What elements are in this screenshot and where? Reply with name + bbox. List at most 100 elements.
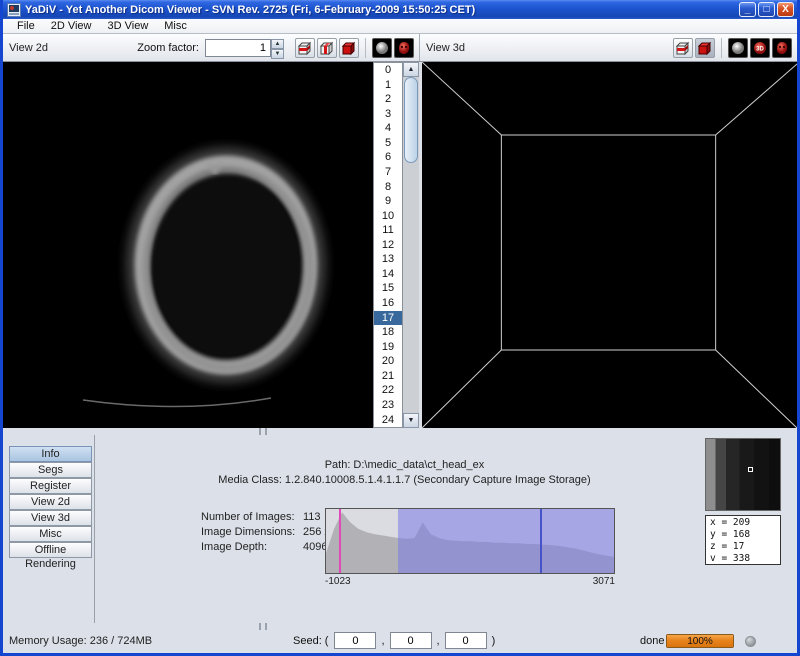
ct-slice-image bbox=[3, 62, 373, 428]
slice-list-item[interactable]: 5 bbox=[374, 136, 402, 151]
slice-list-item[interactable]: 17 bbox=[374, 311, 402, 326]
axial-slice-cube-button-3d[interactable] bbox=[673, 38, 693, 58]
volume-white-button-3d[interactable] bbox=[728, 38, 748, 58]
field-value: 113 bbox=[303, 511, 321, 526]
pixel-probe-view[interactable] bbox=[705, 438, 781, 511]
slice-list-item[interactable]: 14 bbox=[374, 267, 402, 282]
minimize-button[interactable]: _ bbox=[739, 2, 756, 17]
tab-segs[interactable]: Segs bbox=[9, 462, 92, 478]
volume-3d-icon: 3D bbox=[752, 40, 768, 56]
slice-list-item[interactable]: 3 bbox=[374, 107, 402, 122]
slice-list-item[interactable]: 22 bbox=[374, 383, 402, 398]
slice-list-item[interactable]: 13 bbox=[374, 252, 402, 267]
scrollbar-thumb[interactable] bbox=[404, 77, 418, 163]
volume-red-icon bbox=[396, 40, 412, 56]
dataset-media-class: Media Class: 1.2.840.10008.5.1.4.1.1.7 (… bbox=[96, 474, 713, 486]
slice-list-item[interactable]: 2 bbox=[374, 92, 402, 107]
slice-list-item[interactable]: 18 bbox=[374, 325, 402, 340]
volume-3d-button[interactable]: 3D bbox=[750, 38, 770, 58]
progress-done-label: done bbox=[640, 635, 664, 647]
spinner-down-icon[interactable]: ▼ bbox=[271, 49, 284, 59]
toolbar-separator bbox=[365, 38, 366, 58]
slice-list-item[interactable]: 19 bbox=[374, 340, 402, 355]
slice-list-item[interactable]: 0 bbox=[374, 63, 402, 78]
tab-misc[interactable]: Misc bbox=[9, 526, 92, 542]
sagittal-slice-cube-button[interactable] bbox=[317, 38, 337, 58]
probe-coordinates: x = 209y = 168z = 17v = 338 bbox=[705, 515, 781, 565]
cube-buttons-3d bbox=[672, 38, 716, 58]
spinner-up-icon[interactable]: ▲ bbox=[271, 39, 284, 49]
scrollbar-down-icon[interactable]: ▼ bbox=[403, 413, 419, 428]
cube-solid-icon bbox=[341, 40, 357, 56]
tab-info[interactable]: Info bbox=[9, 446, 92, 462]
scrollbar-up-icon[interactable]: ▲ bbox=[403, 62, 419, 77]
cube-sagittal-slice-icon bbox=[319, 40, 335, 56]
solid-cube-button[interactable] bbox=[339, 38, 359, 58]
volume-red-button-3d[interactable] bbox=[772, 38, 792, 58]
probe-marker-icon bbox=[748, 467, 753, 472]
zoom-factor-input[interactable] bbox=[205, 39, 271, 57]
horizontal-split-divider[interactable] bbox=[3, 428, 797, 435]
histogram-blue-marker[interactable] bbox=[540, 509, 542, 573]
view3d-canvas[interactable] bbox=[422, 62, 797, 428]
histogram-pink-marker[interactable] bbox=[339, 509, 341, 573]
cube-axial-slice-icon bbox=[675, 40, 691, 56]
histogram-axis: -1023 3071 bbox=[325, 576, 615, 587]
divider-grip-icon[interactable] bbox=[259, 428, 267, 435]
histogram-min-label: -1023 bbox=[325, 576, 351, 587]
menu-file[interactable]: File bbox=[9, 20, 43, 32]
field-label: Number of Images: bbox=[201, 511, 303, 526]
title-bar[interactable]: YaDiV - Yet Another Dicom Viewer - SVN R… bbox=[3, 0, 797, 19]
tab-view-2d[interactable]: View 2d bbox=[9, 494, 92, 510]
slice-list-item[interactable]: 7 bbox=[374, 165, 402, 180]
axial-slice-cube-button[interactable] bbox=[295, 38, 315, 58]
menu-2d-view[interactable]: 2D View bbox=[43, 20, 100, 32]
solid-cube-button-3d[interactable] bbox=[695, 38, 715, 58]
slice-list-item[interactable]: 4 bbox=[374, 121, 402, 136]
slice-list-item[interactable]: 8 bbox=[374, 180, 402, 195]
slice-list-item[interactable]: 15 bbox=[374, 281, 402, 296]
volume-red-button[interactable] bbox=[394, 38, 414, 58]
render-mode-buttons-3d: 3D bbox=[727, 38, 793, 58]
info-panel: Info Segs Register View 2d View 3d Misc … bbox=[3, 435, 797, 623]
slice-list-item[interactable]: 11 bbox=[374, 223, 402, 238]
wireframe-cube bbox=[422, 62, 797, 428]
slice-list-item[interactable]: 16 bbox=[374, 296, 402, 311]
volume-white-icon bbox=[730, 40, 746, 56]
histogram-selection[interactable] bbox=[398, 509, 614, 573]
slice-list-item[interactable]: 9 bbox=[374, 194, 402, 209]
slice-list-item[interactable]: 1 bbox=[374, 78, 402, 93]
svg-text:3D: 3D bbox=[756, 46, 764, 52]
slice-list-item[interactable]: 23 bbox=[374, 398, 402, 413]
status-split-divider[interactable] bbox=[3, 623, 797, 630]
scrollbar-track[interactable] bbox=[403, 163, 419, 413]
slice-list-item[interactable]: 6 bbox=[374, 150, 402, 165]
menu-3d-view[interactable]: 3D View bbox=[100, 20, 157, 32]
divider-grip-icon[interactable] bbox=[259, 623, 267, 630]
close-button[interactable]: X bbox=[777, 2, 794, 17]
view2d-canvas[interactable] bbox=[3, 62, 373, 428]
histogram: -1023 3071 bbox=[325, 508, 615, 587]
histogram-plot[interactable] bbox=[325, 508, 615, 574]
slice-list-item[interactable]: 10 bbox=[374, 209, 402, 224]
slice-list-item[interactable]: 20 bbox=[374, 354, 402, 369]
memory-usage-label: Memory Usage: bbox=[9, 635, 87, 647]
menu-misc[interactable]: Misc bbox=[156, 20, 195, 32]
field-label: Image Dimensions: bbox=[201, 526, 303, 541]
slice-list-item[interactable]: 12 bbox=[374, 238, 402, 253]
seed-x-input[interactable] bbox=[334, 632, 376, 649]
tab-view-3d[interactable]: View 3d bbox=[9, 510, 92, 526]
tab-offline-rendering[interactable]: Offline Rendering bbox=[9, 542, 92, 558]
slice-list-item[interactable]: 21 bbox=[374, 369, 402, 384]
slice-list-item[interactable]: 24 bbox=[374, 413, 402, 428]
field-label: Image Depth: bbox=[201, 541, 303, 556]
seed-close-paren: ) bbox=[492, 635, 496, 647]
probe-coordinate-line: z = 17 bbox=[710, 541, 780, 553]
tab-register[interactable]: Register bbox=[9, 478, 92, 494]
volume-white-button[interactable] bbox=[372, 38, 392, 58]
seed-z-input[interactable] bbox=[445, 632, 487, 649]
maximize-button[interactable]: □ bbox=[758, 2, 775, 17]
seed-y-input[interactable] bbox=[390, 632, 432, 649]
memory-usage: Memory Usage: 236 / 724MB bbox=[9, 635, 152, 647]
zoom-factor-label: Zoom factor: bbox=[137, 42, 199, 54]
